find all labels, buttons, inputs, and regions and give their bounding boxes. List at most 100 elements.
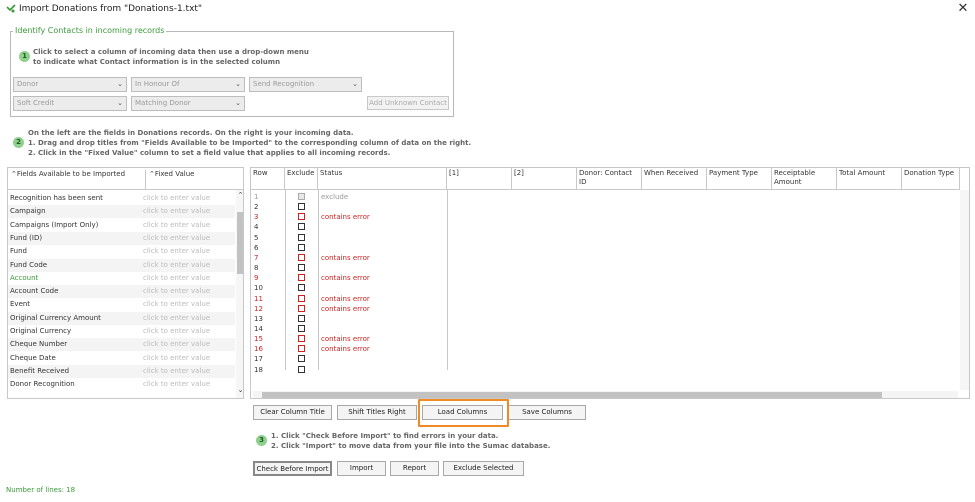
table-row[interactable]: 5 — [251, 233, 447, 243]
table-row[interactable]: 12 contains error — [251, 304, 447, 314]
field-name[interactable]: Fund — [10, 247, 27, 255]
field-row[interactable]: Donor Recognition click to enter value — [8, 378, 235, 391]
table-row[interactable]: 2 — [251, 202, 447, 212]
table-row[interactable]: 11 contains error — [251, 294, 447, 304]
fixed-value-cell[interactable]: click to enter value — [143, 380, 210, 388]
field-name[interactable]: Fund (ID) — [10, 234, 42, 242]
field-name[interactable]: Benefit Received — [10, 367, 69, 375]
import-button[interactable]: Import — [337, 461, 386, 476]
table-row[interactable]: 9 contains error — [251, 273, 447, 283]
grid-column-header[interactable]: Status — [318, 168, 447, 190]
table-row[interactable]: 18 — [251, 365, 447, 375]
table-row[interactable]: 13 — [251, 314, 447, 324]
table-row[interactable]: 7 contains error — [251, 253, 447, 263]
exclude-checkbox[interactable] — [298, 233, 305, 241]
in-honour-of-dropdown[interactable]: In Honour Of ⌄ — [131, 77, 245, 92]
field-name[interactable]: Account Code — [10, 287, 58, 295]
field-name[interactable]: Cheque Number — [10, 340, 67, 348]
fixed-value-cell[interactable]: click to enter value — [143, 287, 210, 295]
field-row[interactable]: Account Code click to enter value — [8, 285, 235, 299]
field-row[interactable]: Event click to enter value — [8, 298, 235, 311]
field-name[interactable]: Fund Code — [10, 261, 47, 269]
exclude-checkbox[interactable] — [298, 314, 305, 322]
grid-column-header[interactable]: Receiptable Amount — [772, 168, 837, 190]
fixed-value-cell[interactable]: click to enter value — [143, 340, 210, 348]
table-row[interactable]: 16 contains error — [251, 344, 447, 354]
field-row[interactable]: Campaigns (Import Only) click to enter va… — [8, 219, 235, 232]
table-row[interactable]: 6 — [251, 243, 447, 253]
clear-column-title-button[interactable]: Clear Column Title — [253, 405, 332, 420]
exclude-checkbox[interactable] — [298, 365, 305, 373]
field-name[interactable]: Campaign — [10, 207, 46, 215]
exclude-checkbox[interactable] — [298, 203, 305, 211]
add-unknown-contact-button[interactable]: Add Unknown Contact — [367, 96, 449, 110]
fixed-value-cell[interactable]: click to enter value — [143, 261, 210, 269]
table-row[interactable]: 10 — [251, 283, 447, 293]
field-name[interactable]: Cheque Date — [10, 354, 56, 362]
fields-available-header[interactable]: ⌃Fields Available to be Imported — [11, 170, 125, 178]
field-name[interactable]: Donor Recognition — [10, 380, 75, 388]
table-row[interactable]: 17 — [251, 354, 447, 364]
exclude-selected-button[interactable]: Exclude Selected — [443, 461, 524, 476]
exclude-checkbox[interactable] — [298, 213, 305, 221]
field-row[interactable]: Account click to enter value — [8, 272, 235, 285]
field-row[interactable]: Fund (ID) click to enter value — [8, 231, 235, 245]
exclude-checkbox[interactable] — [298, 355, 305, 363]
check-before-import-button[interactable]: Check Before Import — [253, 461, 332, 476]
scroll-up-icon[interactable]: ⌃ — [236, 191, 243, 199]
grid-column-header[interactable]: Payment Type — [707, 168, 772, 190]
exclude-checkbox[interactable] — [298, 284, 305, 292]
table-row[interactable]: 3 contains error — [251, 212, 447, 222]
exclude-checkbox[interactable] — [298, 304, 305, 312]
field-row[interactable]: Cheque Number click to enter value — [8, 338, 235, 352]
fixed-value-cell[interactable]: click to enter value — [143, 300, 210, 308]
field-row[interactable]: Original Currency Amount click to enter v… — [8, 311, 235, 325]
soft-credit-dropdown[interactable]: Soft Credit ⌄ — [13, 96, 127, 111]
fixed-value-cell[interactable]: click to enter value — [143, 274, 210, 282]
field-name[interactable]: Account — [10, 274, 38, 282]
table-row[interactable]: 1 exclude — [251, 192, 447, 202]
grid-column-header[interactable]: [1] — [447, 168, 512, 190]
fixed-value-cell[interactable]: click to enter value — [143, 327, 210, 335]
field-row[interactable]: Fund Code click to enter value — [8, 258, 235, 272]
fixed-value-cell[interactable]: click to enter value — [143, 247, 210, 255]
exclude-checkbox[interactable] — [298, 345, 305, 353]
save-columns-button[interactable]: Save Columns — [508, 405, 586, 420]
field-row[interactable]: Fund click to enter value — [8, 245, 235, 258]
grid-column-header[interactable]: Exclude — [285, 168, 318, 190]
fixed-value-cell[interactable]: click to enter value — [143, 221, 210, 229]
donor-dropdown[interactable]: Donor ⌄ — [13, 77, 127, 92]
fixed-value-header[interactable]: ⌃Fixed Value — [145, 170, 235, 190]
table-row[interactable]: 8 — [251, 263, 447, 273]
grid-column-header[interactable]: Donation Type — [902, 168, 960, 190]
grid-column-header[interactable]: Total Amount — [837, 168, 902, 190]
field-row[interactable]: Original Currency click to enter value — [8, 325, 235, 338]
shift-titles-right-button[interactable]: Shift Titles Right — [337, 405, 417, 420]
grid-vertical-scrollbar[interactable] — [960, 190, 969, 390]
fixed-value-cell[interactable]: click to enter value — [143, 194, 210, 202]
scroll-down-icon[interactable]: ⌄ — [236, 386, 243, 394]
report-button[interactable]: Report — [390, 461, 439, 476]
grid-column-header[interactable]: Donor: Contact ID — [577, 168, 642, 190]
exclude-checkbox[interactable] — [298, 223, 305, 231]
exclude-checkbox[interactable] — [298, 253, 305, 261]
grid-column-header[interactable]: [2] — [512, 168, 577, 190]
grid-column-header[interactable]: Row — [251, 168, 285, 190]
grid-horizontal-scrollbar[interactable] — [253, 391, 958, 398]
close-icon[interactable]: ✕ — [955, 1, 971, 17]
table-row[interactable]: 15 contains error — [251, 334, 447, 344]
exclude-checkbox[interactable] — [298, 264, 305, 272]
field-name[interactable]: Campaigns (Import Only) — [10, 221, 98, 229]
field-name[interactable]: Event — [10, 300, 30, 308]
fixed-value-cell[interactable]: click to enter value — [143, 234, 210, 242]
field-row[interactable]: Cheque Date click to enter value — [8, 352, 235, 365]
field-name[interactable]: Recognition has been sent — [10, 194, 103, 202]
matching-donor-dropdown[interactable]: Matching Donor ⌄ — [131, 96, 245, 111]
exclude-checkbox[interactable] — [298, 335, 305, 343]
fields-scrollbar[interactable]: ⌃ ⌄ — [236, 190, 243, 398]
field-name[interactable]: Original Currency Amount — [10, 314, 101, 322]
exclude-checkbox[interactable] — [298, 324, 305, 332]
exclude-checkbox[interactable] — [298, 193, 305, 200]
fixed-value-cell[interactable]: click to enter value — [143, 314, 210, 322]
send-recognition-dropdown[interactable]: Send Recognition ⌄ — [249, 77, 362, 92]
